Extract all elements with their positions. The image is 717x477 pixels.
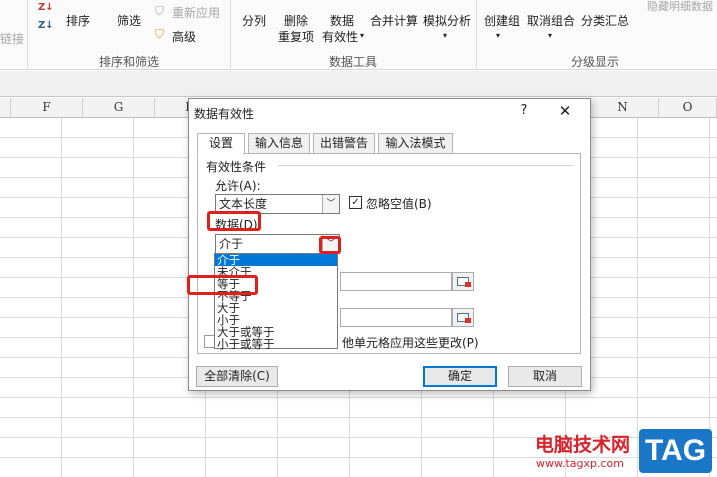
column-header-g[interactable]: G bbox=[83, 98, 155, 118]
tab-ime-mode[interactable]: 输入法模式 bbox=[378, 133, 453, 154]
advanced-button[interactable]: 高级 bbox=[172, 28, 196, 45]
ungroup-button[interactable]: 取消组合 bbox=[527, 12, 575, 29]
watermark-site-name: 电脑技术网 bbox=[535, 434, 631, 456]
ok-button[interactable]: 确定 bbox=[423, 366, 497, 387]
remove-duplicates-button[interactable]: 删除 bbox=[284, 12, 308, 29]
chevron-down-icon[interactable]: ﹀ bbox=[322, 195, 339, 213]
tab-error-alert[interactable]: 出错警告 bbox=[313, 133, 375, 154]
criteria-heading: 有效性条件 bbox=[206, 160, 267, 174]
data-dropdown-list: 介于 未介于 等于 不等于 大于 小于 大于或等于 小于或等于 bbox=[214, 253, 338, 350]
range-select-button[interactable] bbox=[452, 308, 474, 327]
data-select-value: 介于 bbox=[219, 237, 244, 251]
ignore-blank-label: 忽略空值(B) bbox=[366, 197, 432, 211]
chevron-down-icon[interactable]: ▾ bbox=[496, 31, 500, 40]
hide-detail-button[interactable]: 隐藏明细数据 bbox=[647, 0, 713, 14]
watermark-logo: TAG bbox=[639, 429, 712, 473]
highlight-data-label bbox=[207, 211, 261, 231]
ribbon: 链接 Z↓ Z↓ 排序 筛选 ⛉ 重新应用 ⛉ 高级 排序和筛选 分列 删除 重… bbox=[0, 0, 717, 70]
ribbon-separator bbox=[27, 0, 28, 68]
sort-za-icon[interactable]: Z↓ bbox=[38, 20, 54, 31]
chevron-down-icon[interactable]: ▾ bbox=[360, 31, 364, 40]
sort-button[interactable]: 排序 bbox=[66, 12, 90, 29]
column-header-n[interactable]: N bbox=[587, 98, 659, 118]
divider bbox=[278, 165, 574, 166]
sort-az-icon[interactable]: Z↓ bbox=[38, 2, 54, 13]
highlight-dropdown-arrow bbox=[319, 236, 341, 254]
dialog-title: 数据有效性 bbox=[194, 107, 255, 121]
cancel-button[interactable]: 取消 bbox=[508, 366, 582, 387]
filter-button[interactable]: 筛选 bbox=[117, 12, 141, 29]
outline-group-label: 分级显示 bbox=[571, 55, 620, 69]
data-validation-button[interactable]: 数据 bbox=[330, 12, 354, 29]
text-to-columns-button[interactable]: 分列 bbox=[242, 12, 266, 29]
close-button[interactable]: ✕ bbox=[554, 101, 576, 121]
option-less-equal[interactable]: 小于或等于 bbox=[215, 338, 337, 350]
column-header-f[interactable]: F bbox=[11, 98, 83, 118]
link-label: 链接 bbox=[0, 32, 25, 46]
reapply-button[interactable]: 重新应用 bbox=[172, 4, 220, 21]
allow-select-value: 文本长度 bbox=[219, 197, 268, 211]
ribbon-separator bbox=[476, 0, 477, 68]
help-button[interactable]: ? bbox=[515, 102, 533, 120]
data-validation-dialog: 数据有效性 ? ✕ 设置 输入信息 出错警告 输入法模式 有效性条件 允许(A)… bbox=[188, 98, 591, 391]
ribbon-separator bbox=[230, 0, 231, 68]
reapply-icon: ⛉ bbox=[155, 4, 165, 18]
advanced-filter-icon: ⛉ bbox=[155, 27, 165, 41]
tab-input-message[interactable]: 输入信息 bbox=[248, 133, 310, 154]
chevron-down-icon[interactable]: ▾ bbox=[443, 31, 447, 40]
ignore-blank-checkbox[interactable]: ✓ bbox=[349, 196, 362, 209]
group-button[interactable]: 创建组 bbox=[484, 12, 520, 29]
remove-duplicates-label-2: 重复项 bbox=[278, 30, 315, 44]
range-select-button[interactable] bbox=[452, 272, 474, 291]
what-if-button[interactable]: 模拟分析 bbox=[423, 12, 471, 29]
tab-settings[interactable]: 设置 bbox=[197, 133, 245, 155]
apply-all-label: 他单元格应用这些更改(P) bbox=[342, 336, 479, 350]
column-header-o[interactable]: O bbox=[659, 98, 717, 118]
sort-filter-group-label: 排序和筛选 bbox=[99, 55, 160, 69]
subtotal-button[interactable]: 分类汇总 bbox=[581, 12, 629, 29]
formula-bar-area bbox=[0, 71, 717, 97]
column-header-partial[interactable] bbox=[0, 98, 11, 118]
data-validation-label-2: 有效性 bbox=[322, 30, 359, 44]
data-tools-group-label: 数据工具 bbox=[329, 55, 378, 69]
maximum-input[interactable] bbox=[340, 308, 452, 327]
highlight-equal-option bbox=[187, 275, 258, 295]
clear-all-button[interactable]: 全部清除(C) bbox=[196, 366, 278, 387]
watermark-url: www.tagxp.com bbox=[536, 457, 624, 470]
consolidate-button[interactable]: 合并计算 bbox=[370, 12, 418, 29]
chevron-down-icon[interactable]: ▾ bbox=[548, 31, 552, 40]
allow-label: 允许(A): bbox=[215, 179, 261, 193]
minimum-input[interactable] bbox=[340, 272, 452, 291]
